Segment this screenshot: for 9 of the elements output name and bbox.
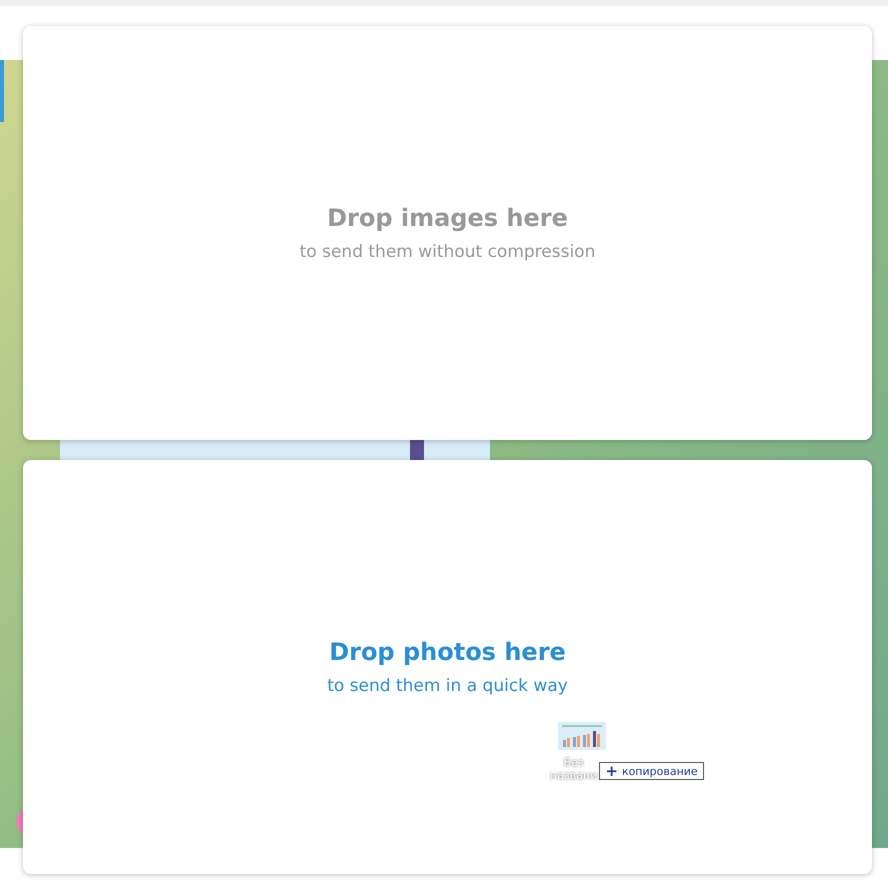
drop-zone-subtitle: to send them in a quick way <box>327 675 568 698</box>
drop-zone-subtitle: to send them without compression <box>300 241 596 264</box>
copy-label: копирование <box>622 764 698 778</box>
file-name: названи <box>550 769 598 782</box>
file-name: Без <box>564 756 584 769</box>
drop-zone-title: Drop photos here <box>329 637 566 668</box>
plus-icon: + <box>605 764 618 778</box>
drop-zone-title: Drop images here <box>327 203 568 234</box>
active-chat-indicator <box>0 60 4 122</box>
